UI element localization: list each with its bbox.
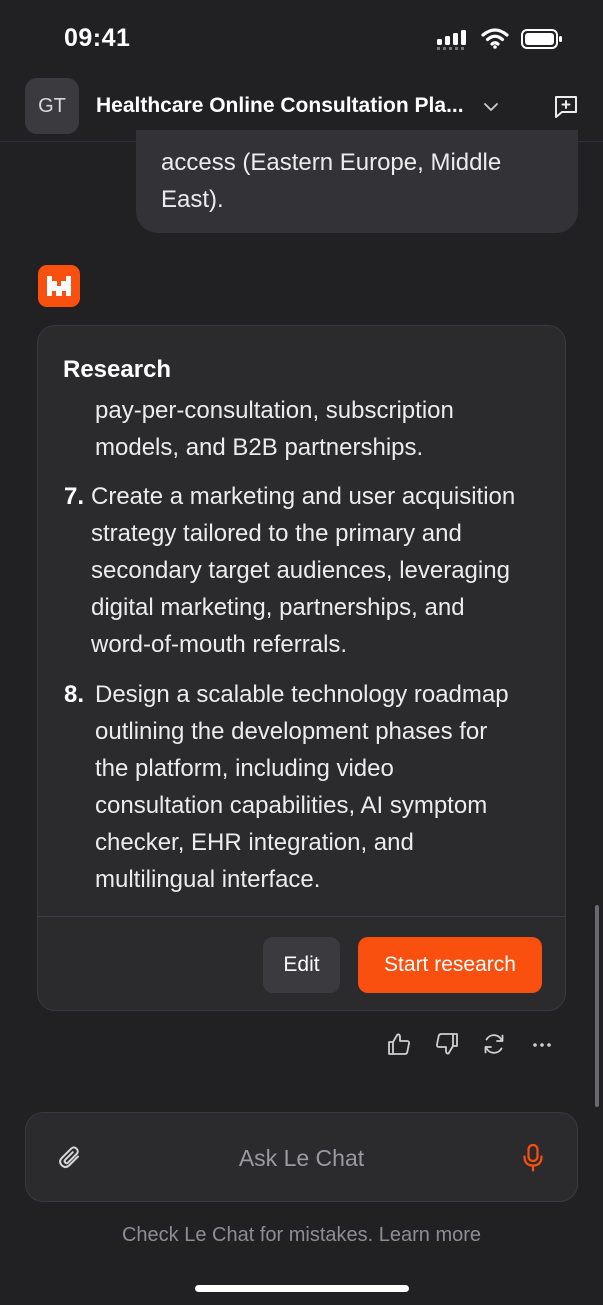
chat-screen: 09:41 GT Healthcare Online Consultation … (0, 0, 603, 1305)
status-bar: 09:41 (0, 0, 603, 78)
step-7-line: word-of-mouth referrals. (91, 631, 348, 658)
regenerate-icon[interactable] (480, 1030, 508, 1058)
signal-icon (437, 28, 469, 55)
chat-input-placeholder[interactable]: Ask Le Chat (26, 1145, 577, 1172)
step-8-line: the platform, including video (95, 755, 394, 782)
step-number: 7. (64, 483, 85, 510)
step-7-line: digital marketing, partnerships, and (91, 594, 465, 621)
disclaimer[interactable]: Check Le Chat for mistakes. Learn more (0, 1224, 603, 1247)
chevron-down-icon[interactable] (482, 98, 500, 121)
chat-input[interactable]: Ask Le Chat (25, 1112, 578, 1202)
chat-title[interactable]: Healthcare Online Consultation Pla... (96, 94, 464, 118)
more-icon[interactable] (528, 1030, 556, 1058)
step-8-line: outlining the development phases for (95, 718, 488, 745)
step-8-line: multilingual interface. (95, 866, 321, 893)
user-message-text: access (Eastern Europe, Middle East). (161, 144, 561, 218)
card-divider (38, 916, 565, 917)
message-actions (0, 1030, 603, 1062)
step-8-line: Design a scalable technology roadmap (95, 681, 509, 708)
edit-button[interactable]: Edit (263, 937, 340, 993)
avatar[interactable]: GT (25, 78, 79, 134)
user-message-bubble: access (Eastern Europe, Middle East). (136, 130, 578, 233)
step-number: 8. (64, 681, 85, 708)
step-7-line: Create a marketing and user acquisition (91, 483, 516, 510)
home-indicator[interactable] (195, 1285, 409, 1292)
thumbs-up-icon[interactable] (385, 1030, 413, 1058)
research-title: Research (63, 356, 172, 383)
thumbs-down-icon[interactable] (433, 1030, 461, 1058)
research-card: Research pay-per-consultation, subscript… (37, 325, 566, 1011)
wifi-icon (481, 28, 509, 55)
status-icons (437, 28, 563, 55)
status-time: 09:41 (64, 24, 131, 52)
step-8-line: checker, EHR integration, and (95, 829, 414, 856)
step-8-line: consultation capabilities, AI symptom (95, 792, 488, 819)
research-line: models, and B2B partnerships. (95, 434, 424, 461)
start-research-button[interactable]: Start research (358, 937, 542, 993)
microphone-icon[interactable] (519, 1143, 547, 1173)
research-line: pay-per-consultation, subscription (95, 397, 454, 424)
le-chat-logo (38, 265, 80, 307)
new-chat-icon[interactable] (551, 92, 581, 122)
step-7-line: secondary target audiences, leveraging (91, 557, 510, 584)
battery-icon (521, 28, 563, 55)
scrollbar[interactable] (595, 905, 599, 1107)
user-message-line: East). (161, 186, 224, 213)
user-message-line: access (Eastern Europe, Middle (161, 149, 502, 176)
step-7-line: strategy tailored to the primary and (91, 520, 462, 547)
